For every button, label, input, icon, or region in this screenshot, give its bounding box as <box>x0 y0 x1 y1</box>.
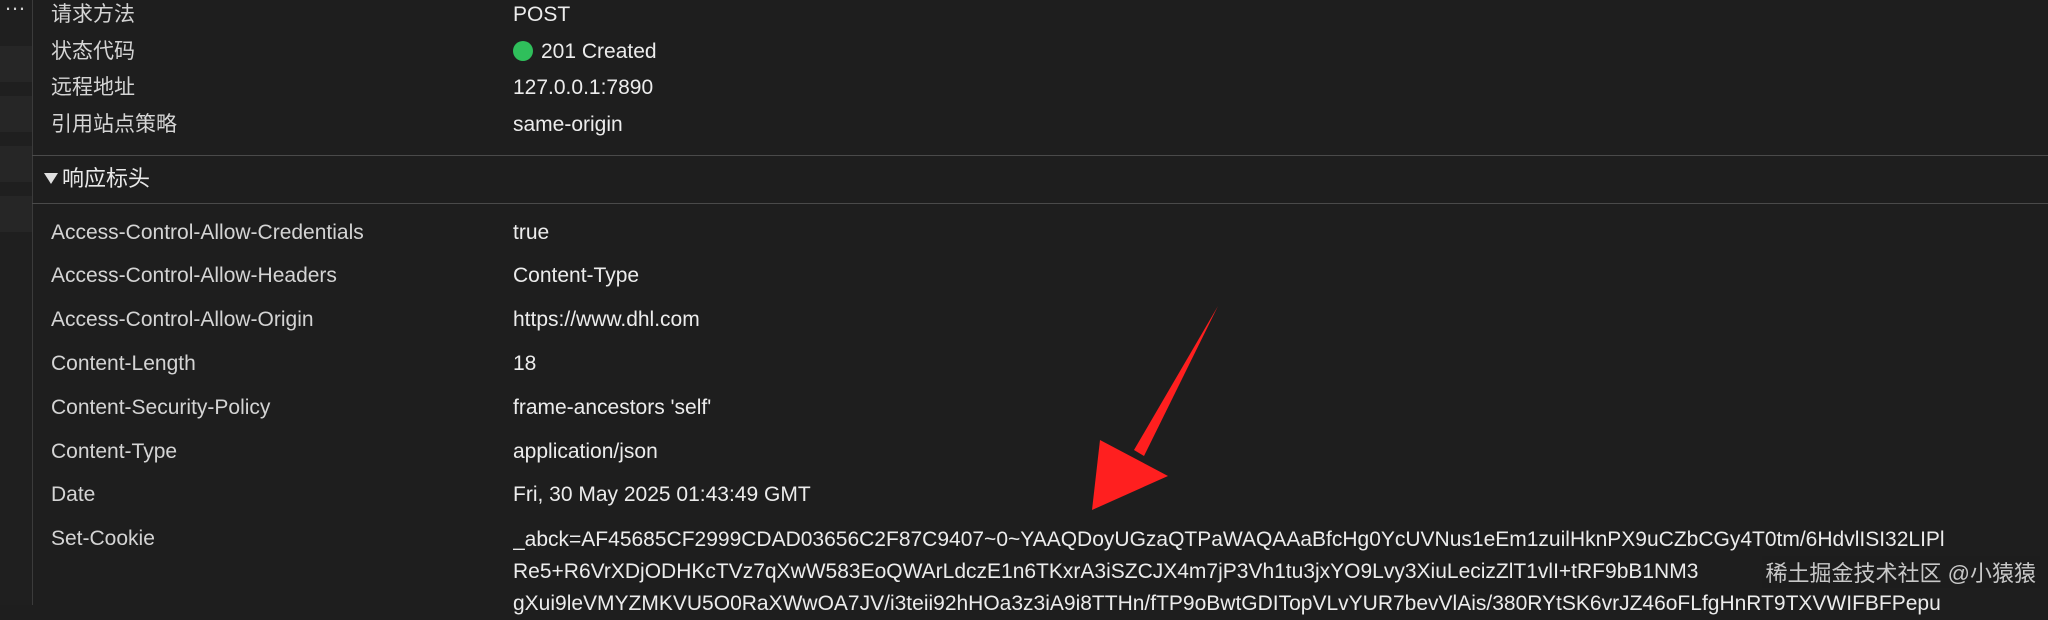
header-key: Access-Control-Allow-Credentials <box>51 221 364 244</box>
general-key: 远程地址 <box>51 76 135 99</box>
general-value: 127.0.0.1:7890 <box>513 76 654 99</box>
left-sidebar-strip: … <box>0 0 33 605</box>
header-value: 18 <box>513 352 537 375</box>
header-key: Content-Type <box>51 440 178 463</box>
general-value: POST <box>513 3 571 26</box>
header-key: Set-Cookie <box>51 527 155 550</box>
header-key: Date <box>51 483 96 506</box>
header-row: Access-Control-Allow-Origin https://www.… <box>32 302 2048 338</box>
strip-band <box>0 146 32 182</box>
header-value: Content-Type <box>513 264 640 287</box>
watermark: 稀土掘金技术社区 @小猿猿 <box>1761 556 2040 588</box>
status-value: 201 Created <box>513 34 657 70</box>
status-text: 201 Created <box>541 40 657 63</box>
header-value: true <box>513 221 550 244</box>
header-row: Content-Length 18 <box>32 346 2048 382</box>
general-key: 状态代码 <box>51 40 135 63</box>
status-success-icon <box>513 41 533 61</box>
header-key: Access-Control-Allow-Origin <box>51 308 314 331</box>
general-row-method: 请求方法 POST <box>32 0 2048 33</box>
general-key: 引用站点策略 <box>51 113 177 136</box>
section-divider <box>32 203 2048 204</box>
general-row-referrer-policy: 引用站点策略 same-origin <box>32 107 2048 143</box>
section-title: 响应标头 <box>62 166 151 191</box>
header-key: Access-Control-Allow-Headers <box>51 264 337 287</box>
red-arrow-annotation <box>1092 306 1218 510</box>
more-options-icon[interactable]: … <box>4 0 27 16</box>
strip-band <box>0 46 32 82</box>
general-key: 请求方法 <box>51 3 135 26</box>
general-row-remote-address: 远程地址 127.0.0.1:7890 <box>32 70 2048 106</box>
header-value: application/json <box>513 440 658 463</box>
header-row: Access-Control-Allow-Credentials true <box>32 215 2048 251</box>
header-row: Content-Type application/json <box>32 434 2048 470</box>
strip-band <box>0 196 32 232</box>
header-value: frame-ancestors 'self' <box>513 396 712 419</box>
cookie-line: gXui9leVMYZMKVU5O0RaXWwOA7JV/i3teii92hHO… <box>513 592 1941 615</box>
general-row-status: 状态代码 201 Created <box>32 34 2048 70</box>
header-row: Access-Control-Allow-Headers Content-Typ… <box>32 258 2048 294</box>
header-row: Content-Security-Policy frame-ancestors … <box>32 390 2048 426</box>
request-details-panel: 请求方法 POST 状态代码 201 Created 远程地址 127.0.0.… <box>32 0 2048 615</box>
section-divider <box>32 155 2048 156</box>
response-headers-toggle[interactable]: 响应标头 <box>44 160 150 198</box>
triangle-down-icon <box>44 173 58 184</box>
header-value: Fri, 30 May 2025 01:43:49 GMT <box>513 483 811 506</box>
header-key: Content-Length <box>51 352 196 375</box>
header-value: https://www.dhl.com <box>513 308 700 331</box>
header-row: Date Fri, 30 May 2025 01:43:49 GMT <box>32 477 2048 513</box>
general-value: same-origin <box>513 113 623 136</box>
cookie-line: _abck=AF45685CF2999CDAD03656C2F87C9407~0… <box>513 528 1945 551</box>
strip-band <box>0 96 32 132</box>
header-key: Content-Security-Policy <box>51 396 271 419</box>
